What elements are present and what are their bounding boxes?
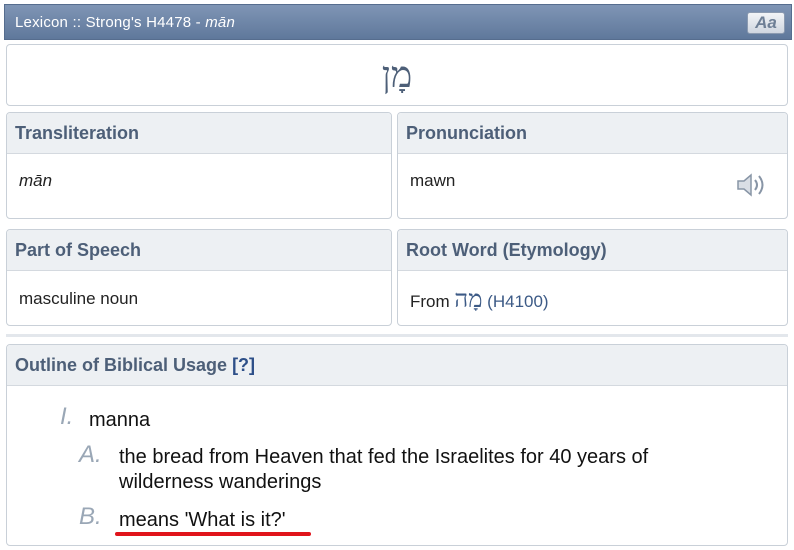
hebrew-word: מָן	[381, 55, 413, 96]
outline-item-i: manna	[89, 409, 151, 431]
outline-item-b: means 'What is it?'	[119, 509, 286, 531]
transliteration-value: mān	[7, 154, 391, 208]
root-word-hebrew-link[interactable]: מָה	[454, 285, 482, 313]
outline-header-label: Outline of Biblical Usage	[15, 355, 228, 375]
title-prefix: Lexicon :: Strong's H4478 -	[15, 14, 206, 31]
pronunciation-header: Pronunciation	[398, 113, 787, 154]
part-of-speech-header: Part of Speech	[7, 230, 391, 271]
root-word-strongs-link[interactable]: (H4100)	[487, 292, 548, 311]
pronunciation-value: mawn	[410, 171, 456, 190]
divider	[6, 334, 788, 337]
speaker-icon[interactable]	[735, 171, 769, 199]
outline-marker-b: B.	[79, 503, 102, 530]
lexicon-titlebar: Lexicon :: Strong's H4478 - mān Aa	[4, 4, 792, 40]
part-of-speech-value: masculine noun	[19, 289, 139, 308]
pronunciation-panel: Pronunciation mawn	[397, 112, 788, 219]
root-word-panel: Root Word (Etymology) From מָה (H4100)	[397, 229, 788, 326]
root-word-from: From	[410, 292, 450, 311]
root-word-header: Root Word (Etymology)	[398, 230, 787, 271]
outline-marker-i: I.	[60, 403, 74, 430]
transliteration-header: Transliteration	[7, 113, 391, 154]
red-underline-annotation	[115, 532, 311, 536]
transliteration-text: mān	[19, 171, 53, 190]
outline-help-link[interactable]: [?]	[232, 355, 255, 375]
part-of-speech-panel: Part of Speech masculine noun	[6, 229, 392, 326]
window-title: Lexicon :: Strong's H4478 - mān	[15, 14, 235, 31]
hebrew-word-panel: מָן	[6, 44, 788, 106]
title-word: mān	[205, 14, 236, 31]
outline-header: Outline of Biblical Usage [?]	[7, 345, 787, 386]
transliteration-panel: Transliteration mān	[6, 112, 392, 219]
outline-panel: Outline of Biblical Usage [?] I. manna A…	[6, 344, 788, 546]
outline-item-a-line2: wilderness wanderings	[119, 471, 322, 493]
font-size-button[interactable]: Aa	[747, 12, 785, 34]
outline-marker-a: A.	[79, 441, 102, 468]
root-word-value: From מָה (H4100)	[398, 271, 787, 330]
outline-item-a-line1: the bread from Heaven that fed the Israe…	[119, 446, 649, 468]
